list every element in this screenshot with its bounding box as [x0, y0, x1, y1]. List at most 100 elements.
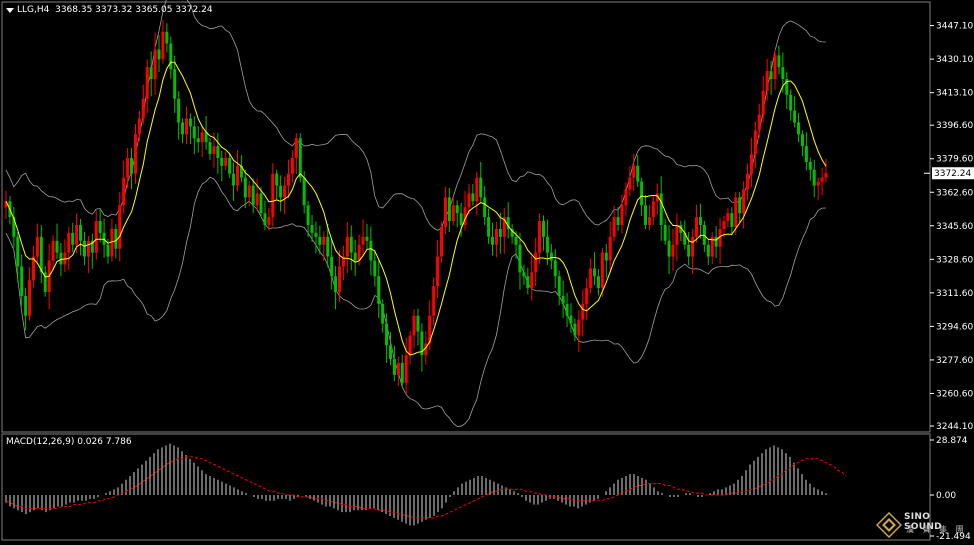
- candle-body: [314, 232, 318, 237]
- candle-body: [126, 157, 130, 178]
- logo-sub-text: 漢 聲 集 團: [906, 525, 967, 534]
- candle-body: [400, 363, 404, 383]
- candle-body: [781, 67, 785, 80]
- price-tick-label: 3362.60: [936, 188, 973, 198]
- upper-band: [5, 0, 827, 231]
- candle-body: [165, 31, 169, 44]
- candle-body: [695, 217, 699, 237]
- candle-body: [16, 236, 20, 267]
- candle-body: [432, 286, 436, 316]
- candle-body: [161, 31, 165, 60]
- price-tick-label: 3311.60: [936, 289, 973, 299]
- candle-body: [263, 213, 267, 226]
- candle-body: [169, 43, 173, 70]
- candle-body: [604, 252, 608, 261]
- candle-body: [475, 177, 479, 202]
- candle-body: [181, 122, 185, 135]
- candle-body: [569, 315, 573, 324]
- candle-body: [302, 177, 306, 206]
- candle-body: [777, 55, 781, 68]
- candle-body: [616, 217, 620, 226]
- candle-body: [691, 236, 695, 257]
- candle-body: [149, 67, 153, 80]
- candle-body: [357, 244, 361, 261]
- candle-body: [687, 244, 691, 257]
- candle-body: [628, 177, 632, 190]
- candle-body: [636, 165, 640, 182]
- candle-body: [145, 67, 149, 99]
- candle-body: [620, 205, 624, 226]
- candle-body: [820, 177, 824, 182]
- candle-body: [141, 98, 145, 119]
- candle-body: [298, 138, 302, 178]
- candle-body: [667, 240, 671, 257]
- candle-body: [404, 355, 408, 383]
- candle-body: [800, 134, 804, 147]
- candle-body: [130, 157, 134, 174]
- candle-body: [789, 94, 793, 111]
- candle-body: [353, 252, 357, 261]
- candle-body: [593, 268, 597, 277]
- candle-body: [765, 71, 769, 91]
- candle-body: [561, 296, 565, 304]
- candle-body: [373, 260, 377, 277]
- candle-body: [644, 205, 648, 226]
- candle-body: [188, 118, 192, 127]
- candle-body: [114, 228, 118, 249]
- candle-body: [20, 266, 24, 297]
- candle-body: [59, 252, 63, 265]
- symbol-timeframe: LLG,H4: [17, 5, 50, 15]
- candle-body: [647, 217, 651, 226]
- candle-body: [757, 114, 761, 131]
- dropdown-triangle-icon[interactable]: [6, 8, 14, 13]
- candle-body: [279, 185, 283, 198]
- candle-body: [522, 272, 526, 277]
- candle-body: [659, 193, 663, 226]
- candle-body: [208, 142, 212, 154]
- brand-logo: SINO SOUND 漢 聲 集 團: [876, 509, 968, 541]
- candle-body: [157, 49, 161, 60]
- candle-body: [487, 217, 491, 237]
- candle-body: [369, 240, 373, 261]
- candle-body: [334, 276, 338, 293]
- chart-canvas[interactable]: 3447.10 3430.10 3413.10 3396.60 3379.60 3362.…: [0, 0, 974, 545]
- candle-body: [451, 205, 455, 222]
- candle-body: [812, 169, 816, 186]
- candle-body: [651, 201, 655, 218]
- price-tick-label: 3379.60: [936, 155, 973, 165]
- candle-body: [267, 217, 271, 226]
- candle-body: [734, 197, 738, 227]
- moving-average: [5, 61, 827, 356]
- candle-body: [235, 165, 239, 186]
- candle-body: [640, 181, 644, 206]
- candle-body: [173, 69, 177, 99]
- candle-body: [365, 236, 369, 241]
- macd-histogram: [5, 443, 827, 526]
- candle-body: [224, 157, 228, 166]
- candle-body: [196, 138, 200, 143]
- candle-body: [35, 236, 39, 257]
- candle-body: [494, 228, 498, 245]
- candlestick-series: [4, 20, 828, 394]
- candle-body: [600, 252, 604, 289]
- candle-body: [577, 319, 581, 336]
- candle-body: [722, 221, 726, 229]
- candle-body: [816, 181, 820, 186]
- candle-body: [381, 303, 385, 324]
- candle-body: [573, 323, 577, 336]
- candle-body: [220, 157, 224, 166]
- price-tick-label: 3430.10: [936, 55, 973, 65]
- candle-body: [746, 173, 750, 190]
- candle-body: [212, 146, 216, 154]
- candle-body: [804, 146, 808, 162]
- candle-body: [275, 173, 279, 186]
- candle-body: [392, 359, 396, 375]
- price-tick-label: 3277.60: [936, 356, 973, 366]
- candle-body: [483, 197, 487, 218]
- price-tick-label: 3328.60: [936, 255, 973, 265]
- price-tick-label: 3244.10: [936, 422, 973, 432]
- price-tick-label: 3345.60: [936, 222, 973, 232]
- lower-band: [5, 176, 827, 427]
- ohlc-values: 3368.35 3373.32 3365.05 3372.24: [55, 5, 213, 15]
- candle-body: [538, 221, 542, 253]
